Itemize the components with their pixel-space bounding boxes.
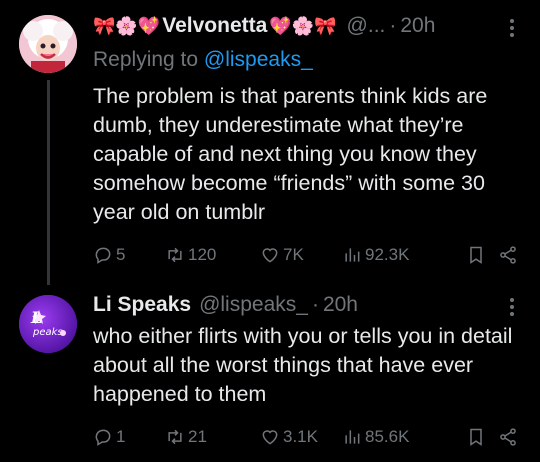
reply-count: 5 [116, 245, 126, 264]
mention-link[interactable]: @lispeaks_ [204, 48, 313, 71]
action-bar: 5 120 7K 92.3K [93, 242, 518, 268]
reply-button[interactable]: 1 [93, 427, 165, 447]
retweet-button[interactable]: 21 [165, 427, 260, 447]
reply-icon [95, 247, 111, 264]
share-icon[interactable] [498, 245, 518, 265]
separator-dot: · [389, 14, 397, 37]
handle[interactable]: @... [347, 14, 386, 38]
retweet-count: 21 [188, 427, 207, 446]
tweet-text: who either flirts with you or tells you … [93, 324, 519, 406]
timestamp[interactable]: 20h [323, 293, 358, 317]
display-name-text: Velvonetta [162, 14, 268, 37]
avatar[interactable] [19, 15, 77, 73]
like-button[interactable]: 3.1K [260, 427, 342, 447]
views-count: 85.6K [365, 427, 410, 446]
bow-heart-emoji-icon: 🎀🌸💖 [93, 16, 161, 36]
svg-text:L: L [30, 308, 42, 327]
avatar[interactable]: L peaks [19, 295, 77, 353]
views-count: 92.3K [365, 245, 410, 264]
like-button[interactable]: 7K [260, 245, 342, 265]
like-icon [262, 430, 278, 445]
reply-icon [95, 429, 111, 446]
like-count: 3.1K [283, 427, 318, 446]
bookmark-icon[interactable] [466, 245, 486, 265]
tweet-header: Li Speaks @lispeaks_ · 20h [93, 291, 520, 319]
replying-to-label: Replying to [93, 48, 204, 71]
reply-count: 1 [116, 427, 126, 446]
reply-button[interactable]: 5 [93, 245, 165, 265]
handle[interactable]: @lispeaks_ [199, 293, 308, 317]
tweet-header: 🎀🌸💖Velvonetta 💖🌸🎀 @... · 20h [93, 12, 520, 40]
separator-dot: · [311, 293, 319, 316]
share-icon[interactable] [498, 427, 518, 447]
retweet-icon [168, 429, 182, 445]
action-bar: 1 21 3.1K 85.6K [93, 424, 518, 450]
retweet-button[interactable]: 120 [165, 245, 260, 265]
thread-line [47, 80, 50, 285]
more-icon[interactable] [504, 297, 520, 317]
views-icon [345, 248, 360, 262]
bookmark-icon[interactable] [466, 427, 486, 447]
views-button[interactable]: 85.6K [342, 427, 442, 447]
display-name[interactable]: 🎀🌸💖Velvonetta 💖🌸🎀 [93, 14, 339, 38]
retweet-count: 120 [188, 245, 217, 264]
like-icon [262, 248, 278, 263]
views-icon [345, 430, 360, 444]
more-icon[interactable] [504, 18, 520, 38]
tweet-1[interactable]: 🎀🌸💖Velvonetta 💖🌸🎀 @... · 20h Replying to … [0, 0, 540, 285]
replying-to: Replying to @lispeaks_ [93, 48, 313, 72]
heart-flower-bow-emoji-icon: 💖🌸🎀 [269, 16, 337, 36]
views-button[interactable]: 92.3K [342, 245, 442, 265]
timestamp[interactable]: 20h [400, 14, 435, 38]
tweet-2[interactable]: L peaks Li Speaks @lispeaks_ · 20h who e… [0, 285, 540, 462]
svg-text:peaks: peaks [32, 327, 63, 338]
like-count: 7K [283, 245, 304, 264]
tweet-text: The problem is that parents think kids a… [93, 84, 494, 224]
display-name[interactable]: Li Speaks [93, 293, 191, 317]
retweet-icon [168, 247, 182, 263]
